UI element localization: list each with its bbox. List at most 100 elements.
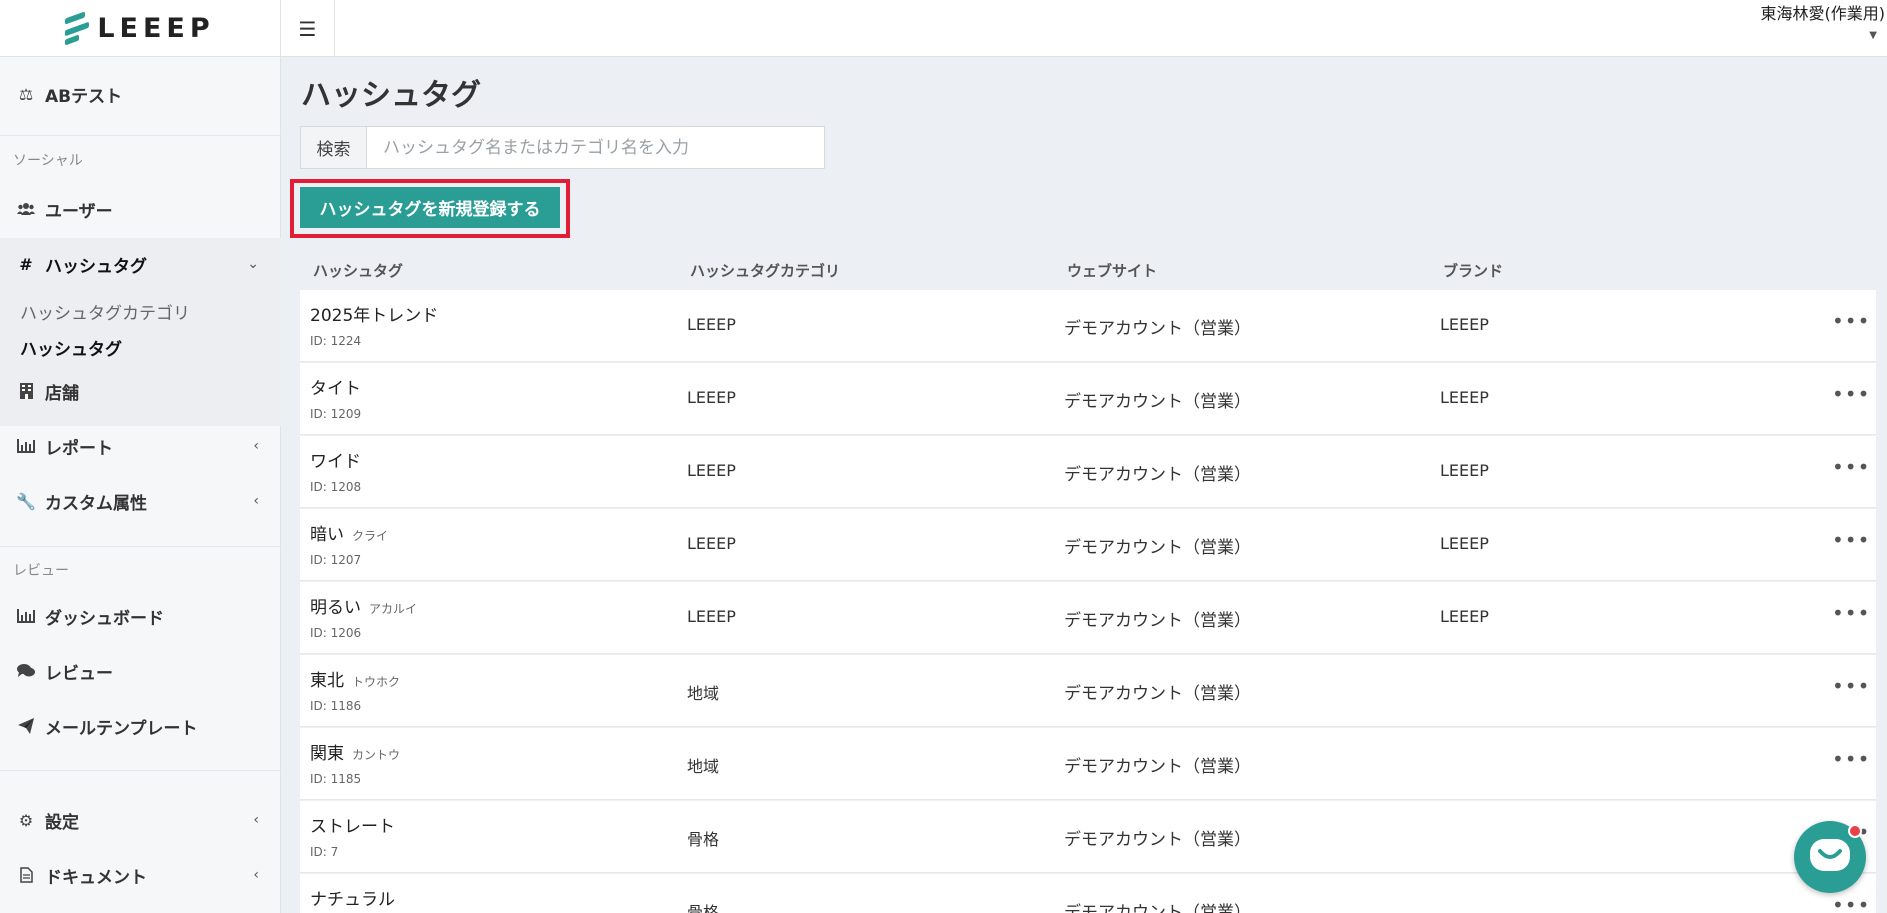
chevron-left-icon: ‹ xyxy=(253,493,259,509)
sidebar-item-label: カスタム属性 xyxy=(45,493,147,514)
more-options-icon[interactable]: ••• xyxy=(1832,601,1870,625)
table-row[interactable]: ナチュラル骨格 デモアカウント（営業） ••• xyxy=(300,874,1876,913)
hash-icon: # xyxy=(19,254,33,274)
hashtag-name-text: ワイド xyxy=(310,452,361,472)
more-options-icon[interactable]: ••• xyxy=(1832,747,1870,771)
sidebar-item-documents[interactable]: ドキュメント ‹ xyxy=(0,857,281,893)
hashtag-name[interactable]: ナチュラル xyxy=(310,885,403,910)
hashtag-category: 骨格 xyxy=(687,903,720,913)
table-row[interactable]: 東北 トウホク ID: 1186 地域 デモアカウント（営業） ••• xyxy=(300,655,1876,727)
hashtag-category: LEEEP xyxy=(687,461,736,480)
sidebar: ⚖ ABテスト ソーシャル ユーザー # ハッシュタグ ⌄ ハッシュタグカテゴリ… xyxy=(0,57,281,913)
document-icon xyxy=(15,867,37,883)
hashtag-name[interactable]: ワイド xyxy=(310,447,369,472)
hashtag-name[interactable]: ストレート xyxy=(310,812,403,837)
hashtag-id: ID: 1208 xyxy=(310,480,362,494)
bar-chart-icon xyxy=(15,439,37,453)
paper-plane-icon xyxy=(15,718,37,734)
sidebar-item-stores[interactable]: 店舗 xyxy=(0,373,281,409)
sidebar-item-users[interactable]: ユーザー xyxy=(0,191,281,227)
sidebar-item-ab-test[interactable]: ⚖ ABテスト xyxy=(0,76,281,112)
hashtag-brand: LEEEP xyxy=(1440,315,1489,334)
hashtag-id: ID: 1209 xyxy=(310,407,362,421)
sidebar-item-mail-template[interactable]: メールテンプレート xyxy=(0,708,281,744)
sidebar-item-label: ダッシュボード xyxy=(45,608,164,629)
hashtag-brand: LEEEP xyxy=(1440,461,1489,480)
hashtag-name[interactable]: 関東 カントウ xyxy=(310,739,400,764)
hashtag-name[interactable]: 暗い クライ xyxy=(310,520,388,545)
hashtag-category: 地域 xyxy=(687,757,720,776)
sidebar-item-label: ハッシュタグ xyxy=(45,256,147,277)
more-options-icon[interactable]: ••• xyxy=(1832,382,1870,406)
search-group: 検索 xyxy=(300,126,825,169)
users-icon xyxy=(15,202,37,216)
divider xyxy=(0,770,281,771)
wrench-icon: 🔧 xyxy=(16,491,36,511)
hashtag-name[interactable]: 明るい アカルイ xyxy=(310,593,417,618)
more-options-icon[interactable]: ••• xyxy=(1832,309,1870,333)
hashtag-name[interactable]: 東北 トウホク xyxy=(310,666,400,691)
sidebar-item-reports[interactable]: レポート ‹ xyxy=(0,428,281,464)
hashtag-kana: トウホク xyxy=(352,675,401,689)
sidebar-item-settings[interactable]: ⚙ 設定 ‹ xyxy=(0,802,281,838)
more-options-icon[interactable]: ••• xyxy=(1832,528,1870,552)
hashtag-name-text: 関東 xyxy=(310,744,344,764)
hashtag-kana: アカルイ xyxy=(369,602,418,616)
chevron-left-icon: ‹ xyxy=(253,812,259,828)
hashtag-id: ID: 1185 xyxy=(310,772,362,786)
hashtag-name-text: タイト xyxy=(310,379,361,399)
hashtag-kana: カントウ xyxy=(352,748,401,762)
hashtag-brand: LEEEP xyxy=(1440,607,1489,626)
hashtag-id: ID: 1224 xyxy=(310,334,362,348)
hashtag-name[interactable]: 2025年トレンド xyxy=(310,301,446,326)
table-row[interactable]: 2025年トレンド ID: 1224 LEEEP デモアカウント（営業） LEEEP ••… xyxy=(300,290,1876,362)
scale-icon: ⚖ xyxy=(18,84,34,104)
sidebar-item-custom-attributes[interactable]: 🔧 カスタム属性 ‹ xyxy=(0,483,281,519)
more-options-icon[interactable]: ••• xyxy=(1832,455,1870,479)
hashtag-category: LEEEP xyxy=(687,607,736,626)
table-header: ハッシュタグ ハッシュタグカテゴリ ウェブサイト ブランド xyxy=(300,250,1876,290)
column-header-category[interactable]: ハッシュタグカテゴリ xyxy=(690,260,840,281)
caret-down-icon: ▼ xyxy=(1869,30,1877,41)
chevron-down-icon: ⌄ xyxy=(247,256,259,272)
hashtag-name[interactable]: タイト xyxy=(310,374,369,399)
column-header-website[interactable]: ウェブサイト xyxy=(1067,260,1157,281)
hashtag-website: デモアカウント（営業） xyxy=(1064,757,1251,777)
hashtag-category: 骨格 xyxy=(687,830,720,849)
hashtag-name-text: 2025年トレンド xyxy=(310,306,439,326)
sidebar-item-hashtags[interactable]: # ハッシュタグ ⌄ xyxy=(0,246,281,282)
hashtag-website: デモアカウント（営業） xyxy=(1064,903,1251,913)
chevron-left-icon: ‹ xyxy=(253,867,259,883)
column-header-hashtag[interactable]: ハッシュタグ xyxy=(313,260,403,281)
table-row[interactable]: 暗い クライ ID: 1207 LEEEP デモアカウント（営業） LEEEP ••• xyxy=(300,509,1876,581)
sidebar-subitem-hashtag[interactable]: ハッシュタグ xyxy=(20,335,122,360)
table-row[interactable]: ストレートID: 7骨格デモアカウント（営業）••• xyxy=(300,801,1876,873)
more-options-icon[interactable]: ••• xyxy=(1832,674,1870,698)
hamburger-icon[interactable]: ☰ xyxy=(281,0,335,57)
page-title: ハッシュタグ xyxy=(301,78,481,113)
comments-icon xyxy=(15,664,37,678)
hashtag-name-text: ナチュラル xyxy=(310,890,395,910)
new-hashtag-button[interactable]: ハッシュタグを新規登録する xyxy=(300,187,560,228)
search-input[interactable] xyxy=(367,127,824,168)
sidebar-item-dashboard[interactable]: ダッシュボード xyxy=(0,598,281,634)
hashtag-kana: クライ xyxy=(352,529,389,543)
hashtag-website: デモアカウント（営業） xyxy=(1064,611,1251,631)
table-row[interactable]: タイト ID: 1209 LEEEP デモアカウント（営業） LEEEP ••• xyxy=(300,363,1876,435)
more-options-icon[interactable]: ••• xyxy=(1832,893,1870,913)
sidebar-item-label: 設定 xyxy=(45,812,79,833)
hashtag-category: LEEEP xyxy=(687,315,736,334)
hashtag-id: ID: 1207 xyxy=(310,553,362,567)
table-row[interactable]: 明るい アカルイ ID: 1206 LEEEP デモアカウント（営業） LEEEP ••• xyxy=(300,582,1876,654)
column-header-brand[interactable]: ブランド xyxy=(1443,260,1503,281)
hashtag-category: LEEEP xyxy=(687,388,736,407)
chat-bubble-icon xyxy=(1810,839,1850,871)
table-row[interactable]: ワイド ID: 1208 LEEEP デモアカウント（営業） LEEEP ••• xyxy=(300,436,1876,508)
hashtag-id: ID: 1186 xyxy=(310,699,362,713)
user-menu[interactable]: 東海林愛(作業用) ▼ xyxy=(1761,0,1886,41)
sidebar-subitem-hashtag-category[interactable]: ハッシュタグカテゴリ xyxy=(20,299,190,324)
table-row[interactable]: 関東 カントウ ID: 1185 地域 デモアカウント（営業） ••• xyxy=(300,728,1876,800)
sidebar-item-reviews[interactable]: レビュー xyxy=(0,653,281,689)
brand-logo[interactable]: LEEEP xyxy=(0,0,281,57)
sidebar-item-label: メールテンプレート xyxy=(45,718,198,739)
